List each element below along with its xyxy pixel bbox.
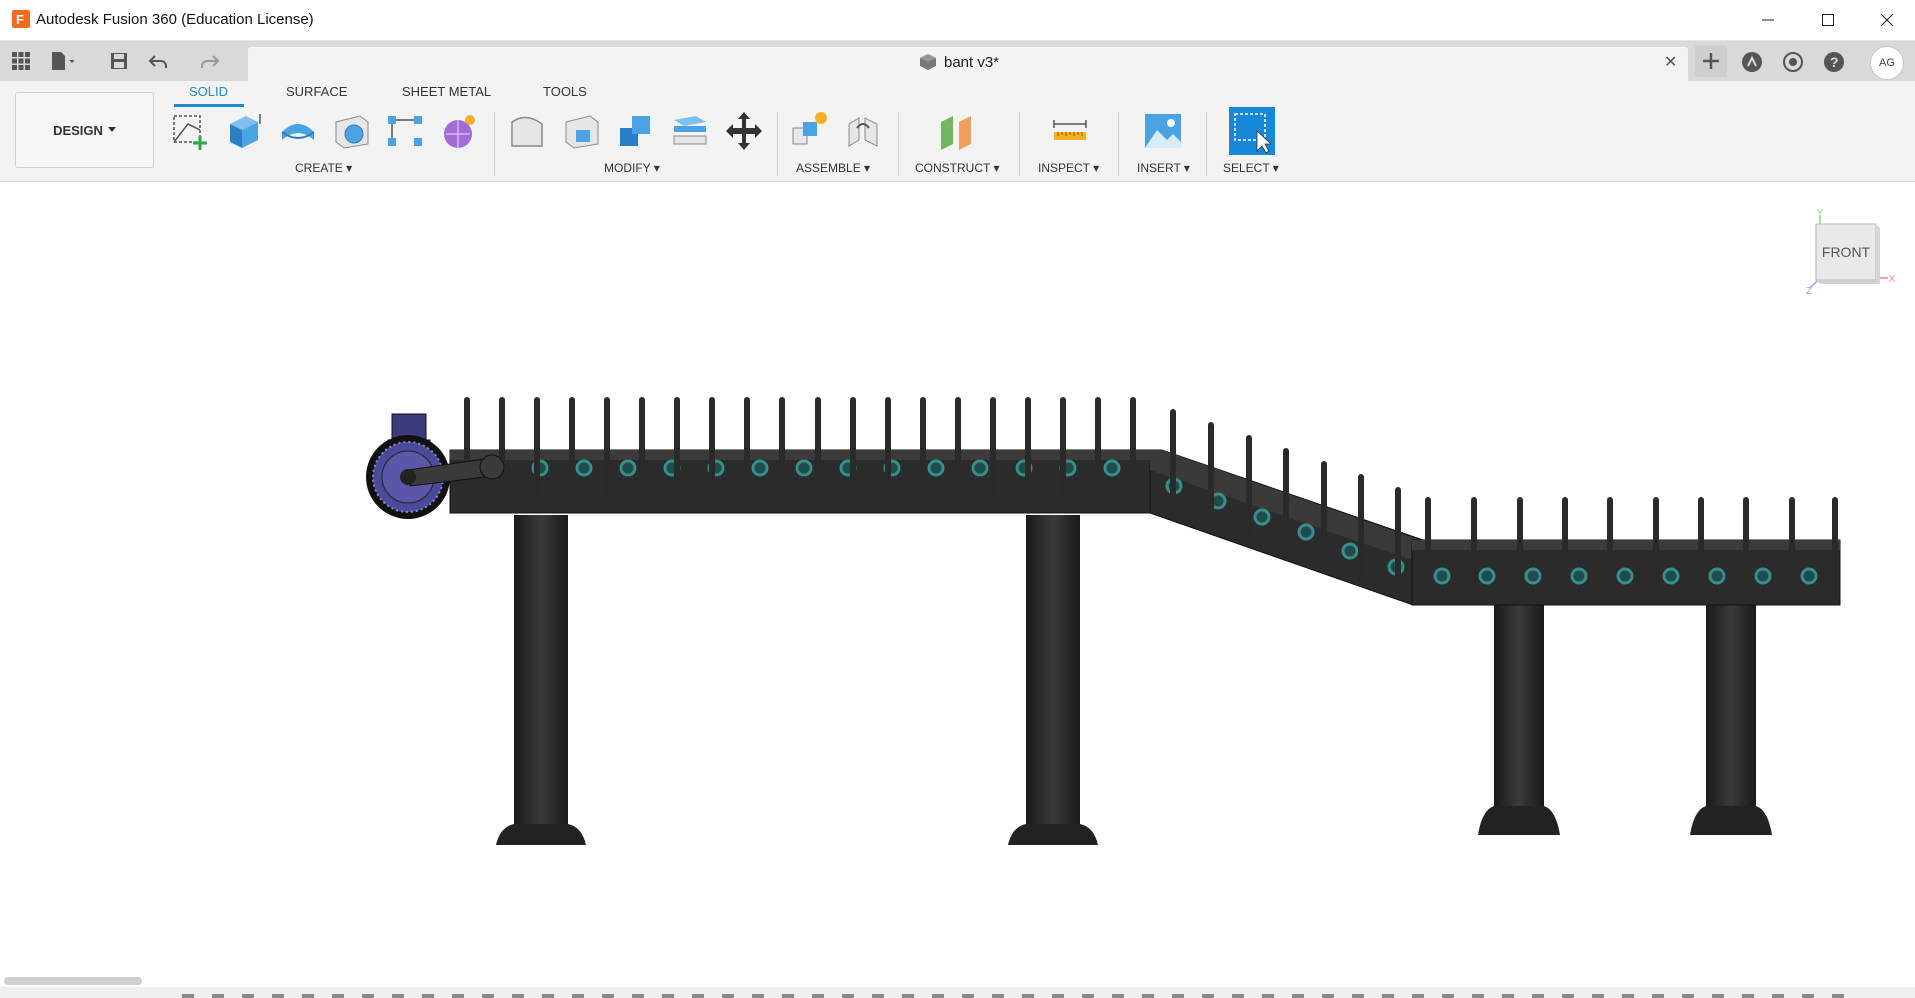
tab-solid[interactable]: SOLID — [189, 84, 228, 99]
workspace-switcher[interactable]: DESIGN — [15, 92, 154, 168]
create-form-icon[interactable] — [440, 110, 480, 152]
fusion-logo-icon: F — [12, 10, 30, 28]
create-sketch-icon[interactable] — [170, 110, 210, 152]
offset-plane-icon[interactable] — [937, 110, 977, 152]
joint-icon[interactable] — [843, 110, 883, 152]
timeline-bar[interactable] — [0, 987, 1915, 998]
maximize-button[interactable] — [1805, 0, 1851, 40]
minimize-button[interactable] — [1745, 0, 1791, 40]
tab-sheet-metal[interactable]: SHEET METAL — [402, 84, 491, 99]
workspace-label: DESIGN — [53, 122, 103, 138]
divider — [1118, 112, 1119, 176]
tab-tools[interactable]: TOOLS — [543, 84, 587, 99]
minimize-icon — [1762, 19, 1774, 21]
divider — [898, 112, 899, 176]
save-icon[interactable] — [107, 49, 131, 73]
redo-icon[interactable] — [200, 49, 224, 73]
undo-icon[interactable] — [148, 49, 172, 73]
select-menu[interactable]: SELECT ▾ — [1223, 161, 1279, 175]
file-icon[interactable] — [50, 49, 74, 73]
divider — [1206, 112, 1207, 176]
document-title: bant v3* — [944, 54, 1000, 71]
close-tab-button[interactable]: ✕ — [1664, 52, 1677, 72]
measure-icon[interactable] — [1050, 110, 1090, 152]
z-axis-label: Z — [1806, 286, 1812, 296]
close-window-button[interactable] — [1864, 0, 1910, 40]
create-menu[interactable]: CREATE ▾ — [295, 161, 352, 175]
maximize-icon — [1822, 14, 1834, 26]
conveyor-frame — [449, 449, 1841, 606]
divider — [494, 112, 495, 176]
inspect-menu[interactable]: INSPECT ▾ — [1038, 161, 1099, 175]
svg-text:F: F — [16, 12, 24, 27]
new-tab-icon[interactable] — [1695, 45, 1727, 77]
view-cube-face-label: FRONT — [1822, 244, 1871, 260]
job-status-icon[interactable] — [1778, 47, 1808, 77]
y-axis-label: Y — [1817, 208, 1824, 219]
modify-menu[interactable]: MODIFY ▾ — [604, 161, 660, 175]
insert-canvas-icon[interactable] — [1143, 110, 1183, 152]
viewport-canvas[interactable]: FRONT Y X Z — [0, 182, 1915, 976]
extrude-icon[interactable] — [224, 110, 264, 152]
hole-icon[interactable] — [332, 110, 372, 152]
revolve-icon[interactable] — [278, 110, 318, 152]
rectangular-pattern-icon[interactable] — [386, 110, 426, 152]
select-icon[interactable] — [1229, 107, 1275, 155]
user-avatar[interactable]: AG — [1870, 46, 1904, 80]
horizontal-scrollbar[interactable] — [4, 977, 142, 985]
fillet-icon[interactable] — [562, 110, 602, 152]
grid-icon[interactable] — [9, 49, 33, 73]
x-axis-label: X — [1889, 274, 1896, 285]
new-component-icon[interactable] — [789, 110, 829, 152]
help-icon[interactable]: ? — [1819, 47, 1849, 77]
component-icon — [920, 54, 936, 70]
move-copy-icon[interactable] — [724, 110, 764, 152]
tab-surface[interactable]: SURFACE — [286, 84, 347, 99]
conveyor-model — [366, 397, 1841, 845]
press-pull-icon[interactable] — [508, 110, 548, 152]
title-bar: F Autodesk Fusion 360 (Education License… — [0, 0, 1915, 41]
assemble-menu[interactable]: ASSEMBLE ▾ — [796, 161, 870, 175]
divider — [1019, 112, 1020, 176]
active-tab-indicator — [174, 104, 244, 107]
window-title: Autodesk Fusion 360 (Education License) — [36, 11, 314, 28]
shell-icon[interactable] — [670, 110, 710, 152]
view-cube[interactable]: FRONT Y X Z — [1800, 206, 1900, 296]
construct-menu[interactable]: CONSTRUCT ▾ — [915, 161, 999, 175]
combine-icon[interactable] — [616, 110, 656, 152]
extensions-icon[interactable] — [1737, 47, 1767, 77]
insert-menu[interactable]: INSERT ▾ — [1137, 161, 1190, 175]
svg-text:?: ? — [1830, 54, 1839, 70]
close-icon — [1881, 14, 1893, 26]
chevron-down-icon — [107, 127, 116, 132]
timeline-features — [182, 994, 1844, 998]
divider — [777, 112, 778, 176]
